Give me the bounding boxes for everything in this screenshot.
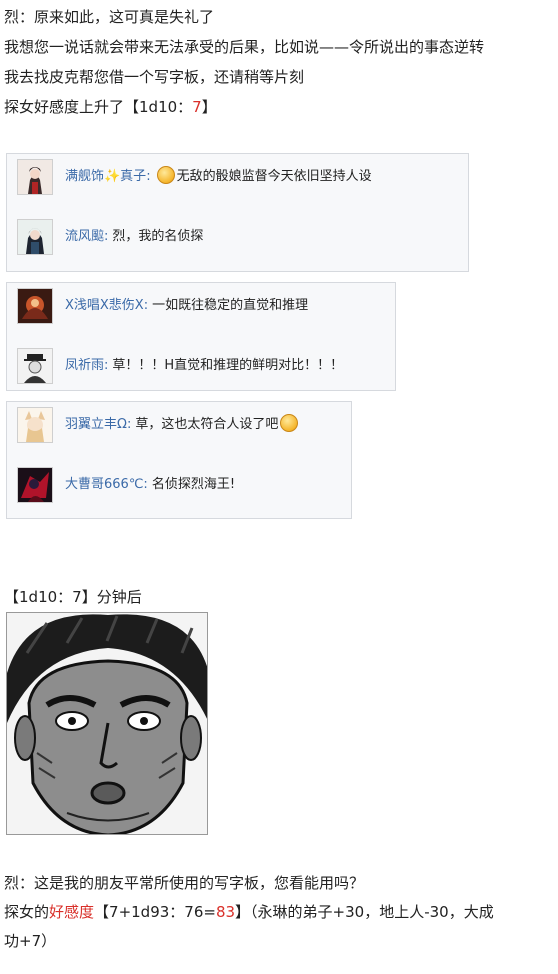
comment-text: 名侦探烈海王! (151, 477, 236, 492)
manga-face-drawing (7, 613, 207, 834)
comment-text: 草！！！H直觉和推理的鲜明对比！！！ (112, 358, 344, 373)
comment-row: 满舰饰✨真子: 无敌的骰娘监督今天依旧坚持人设 (17, 157, 372, 197)
timer-line: 【1d10：7】分钟后 (4, 588, 142, 606)
comment-username[interactable]: 凤祈雨 (65, 357, 104, 375)
smiley-emoji-icon (156, 166, 175, 184)
comment-separator: : (104, 229, 109, 244)
post-line-3: 我去找皮克帮您借一个写字板，还请稍等片刻 (4, 68, 305, 86)
avatar-image (18, 220, 52, 254)
post-bottom-line-3: 功+7） (4, 932, 57, 950)
comment-username[interactable]: 羽翼立丰Ω (65, 416, 127, 434)
post-bottom-line-1: 烈：这是我的朋友平常所使用的写字板，您看能用吗？ (4, 874, 365, 892)
affection-breakdown: 】（永琳的弟子+30，地上人-30，大成 (235, 903, 494, 921)
user-avatar[interactable] (17, 159, 53, 195)
comment-text: 无敌的骰娘监督今天依旧坚持人设 (176, 169, 372, 184)
affection-total: 83 (215, 903, 236, 921)
affection-roll: 【7+1d93：76= (94, 903, 216, 921)
user-avatar[interactable] (17, 467, 53, 503)
post-line-1: 烈：原来如此，这可真是失礼了 (4, 8, 215, 26)
comment-separator: : (126, 417, 132, 432)
affection-label: 好感度 (49, 903, 95, 921)
comment-text: 烈，我的名侦探 (112, 229, 204, 244)
affection-value: 7 (192, 98, 202, 116)
affection-suffix: 】 (201, 98, 217, 116)
user-avatar[interactable] (17, 407, 53, 443)
comment-text: 草，这也太符合人设了吧 (135, 417, 279, 432)
comment-separator: : (104, 358, 109, 373)
affection-prefix: 探女好感度上升了【1d10： (4, 98, 193, 116)
user-avatar[interactable] (17, 288, 53, 324)
avatar-image (18, 349, 52, 383)
comment-content: X浅唱X悲伤X: 一如既往稳定的直觉和推理 (65, 297, 308, 315)
comment-content: 羽翼立丰Ω: 草，这也太符合人设了吧 (65, 414, 300, 434)
comment-content: 大曹哥666℃: 名侦探烈海王! (65, 476, 235, 494)
comment-row: X浅唱X悲伤X: 一如既往稳定的直觉和推理 (17, 286, 308, 326)
comment-box-2: X浅唱X悲伤X: 一如既往稳定的直觉和推理 凤祈雨: 草！！！H直觉和推理的鲜明对比… (6, 282, 396, 391)
user-avatar[interactable] (17, 348, 53, 384)
avatar-image (18, 160, 52, 194)
user-avatar[interactable] (17, 219, 53, 255)
comment-content: 满舰饰✨真子: 无敌的骰娘监督今天依旧坚持人设 (65, 166, 372, 186)
avatar-image (18, 408, 52, 442)
comment-text: 一如既往稳定的直觉和推理 (152, 298, 309, 313)
comment-separator: : (143, 477, 148, 492)
comment-username[interactable]: 大曹哥666℃ (65, 476, 143, 494)
avatar-image (18, 289, 52, 323)
comment-username[interactable]: 流风䬃 (65, 228, 104, 246)
comment-row: 大曹哥666℃: 名侦探烈海王! (17, 465, 235, 505)
comment-separator: : (146, 169, 151, 184)
avatar-image (18, 468, 52, 502)
comment-separator: : (143, 298, 149, 313)
comment-username[interactable]: 满舰饰✨真子 (65, 168, 146, 186)
affection-owner: 探女的 (4, 903, 50, 921)
comment-username[interactable]: X浅唱X悲伤X (65, 297, 144, 315)
comment-box-1: 满舰饰✨真子: 无敌的骰娘监督今天依旧坚持人设 流风䬃: 烈，我的名侦探 (6, 153, 469, 272)
comment-row: 凤祈雨: 草！！！H直觉和推理的鲜明对比！！！ (17, 346, 343, 386)
comment-row: 流风䬃: 烈，我的名侦探 (17, 217, 203, 257)
comment-content: 凤祈雨: 草！！！H直觉和推理的鲜明对比！！！ (65, 357, 343, 375)
comment-content: 流风䬃: 烈，我的名侦探 (65, 228, 203, 246)
post-bottom-line-2: 探女的好感度【7+1d93：76=83】（永琳的弟子+30，地上人-30，大成 (4, 901, 494, 923)
post-line-4: 探女好感度上升了【1d10：7】 (4, 96, 217, 118)
manga-face-image (6, 612, 208, 835)
comment-box-3: 羽翼立丰Ω: 草，这也太符合人设了吧 大曹哥666℃: 名侦探烈海王! (6, 401, 352, 519)
comment-row: 羽翼立丰Ω: 草，这也太符合人设了吧 (17, 405, 300, 445)
post-line-2: 我想您一说话就会带来无法承受的后果，比如说——令所说出的事态逆转 (4, 38, 485, 56)
smiley-emoji-icon (280, 414, 299, 432)
